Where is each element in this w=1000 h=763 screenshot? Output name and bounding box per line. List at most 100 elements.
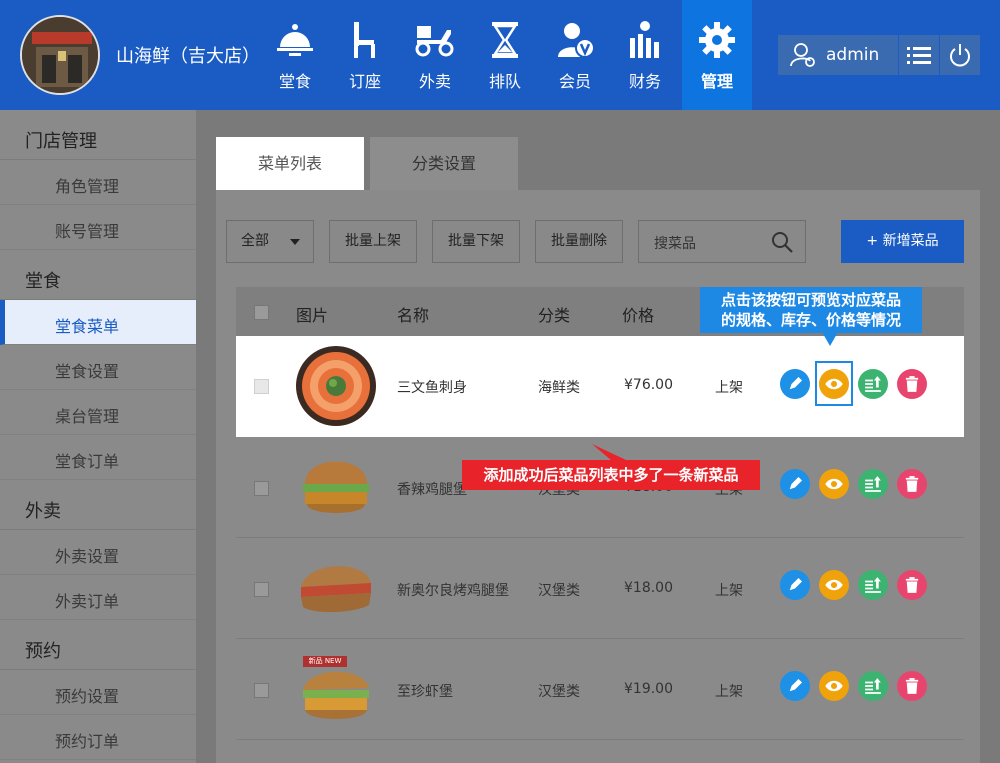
list-icon — [907, 47, 931, 64]
nav-label: 管理 — [700, 72, 733, 91]
power-icon — [950, 44, 970, 67]
sidebar-group-booking: 预约 — [0, 625, 196, 670]
sidebar-item-dine-menu[interactable]: 堂食菜单 — [0, 300, 196, 345]
eye-icon — [825, 478, 843, 490]
dish-status: 上架 — [715, 583, 743, 599]
dish-price: ¥76.00 — [624, 377, 673, 393]
row-checkbox[interactable] — [254, 481, 269, 496]
sort-button[interactable] — [858, 369, 888, 399]
added-tooltip: 添加成功后菜品列表中多了一条新菜品 — [462, 460, 760, 490]
store-name: 山海鲜（吉大店） — [116, 46, 260, 67]
preview-tooltip-line2: 的规格、库存、价格等情况 — [720, 311, 901, 329]
batch-on-button[interactable]: 批量上架 — [329, 220, 417, 263]
sidebar-item-tables[interactable]: 桌台管理 — [0, 390, 196, 435]
sidebar-item-takeout-orders[interactable]: 外卖订单 — [0, 575, 196, 620]
cloche-icon — [277, 24, 313, 56]
column-header-name: 名称 — [397, 306, 430, 325]
search-input[interactable]: 搜菜品 — [638, 220, 806, 263]
sort-button[interactable] — [858, 570, 888, 600]
sort-up-icon — [865, 376, 881, 392]
nav-member[interactable]: 会员 — [540, 0, 610, 110]
logout-button[interactable] — [940, 35, 980, 75]
nav-finance[interactable]: 财务 — [610, 0, 680, 110]
sort-button[interactable] — [858, 671, 888, 701]
top-header: 山海鲜（吉大店） 堂食 订座 外卖 排队 会员 财务 管理 admin — [0, 0, 1000, 110]
delete-button[interactable] — [897, 469, 927, 499]
sidebar-item-booking-orders[interactable]: 预约订单 — [0, 715, 196, 760]
preview-tooltip-line1: 点击该按钮可预览对应菜品 — [720, 291, 901, 309]
select-all-checkbox[interactable] — [254, 305, 269, 320]
nav-dine-in[interactable]: 堂食 — [260, 0, 330, 110]
row-checkbox[interactable] — [254, 582, 269, 597]
sidebar-item-label: 预约设置 — [55, 687, 120, 706]
filter-select[interactable]: 全部 — [226, 220, 314, 263]
sidebar-item-takeout-settings[interactable]: 外卖设置 — [0, 530, 196, 575]
preview-button[interactable] — [819, 671, 849, 701]
dish-name: 至珍虾堡 — [397, 684, 453, 700]
preview-tooltip: 点击该按钮可预览对应菜品 的规格、库存、价格等情况 — [700, 287, 922, 333]
pencil-icon — [789, 477, 802, 490]
sidebar-item-accounts[interactable]: 账号管理 — [0, 205, 196, 250]
sidebar-item-dine-orders[interactable]: 堂食订单 — [0, 435, 196, 480]
tab-category-settings[interactable]: 分类设置 — [370, 137, 518, 190]
preview-button[interactable] — [819, 570, 849, 600]
tooltip-arrow-down — [822, 332, 838, 346]
tab-menu-list[interactable]: 菜单列表 — [216, 137, 364, 190]
sidebar-item-label: 堂食菜单 — [55, 317, 120, 336]
nav-reservation[interactable]: 订座 — [330, 0, 400, 110]
row-checkbox[interactable] — [254, 683, 269, 698]
add-dish-button[interactable]: + 新增菜品 — [841, 220, 964, 263]
nav-queue[interactable]: 排队 — [470, 0, 540, 110]
delete-button[interactable] — [897, 369, 927, 399]
search-icon[interactable] — [771, 231, 793, 253]
batch-delete-button[interactable]: 批量删除 — [535, 220, 623, 263]
hourglass-icon — [492, 22, 518, 58]
list-menu-button[interactable] — [899, 35, 939, 75]
salmon-sashimi-image — [296, 346, 376, 426]
dish-status: 上架 — [715, 684, 743, 700]
column-header-price: 价格 — [622, 306, 655, 325]
dish-category: 汉堡类 — [538, 583, 580, 599]
trash-icon — [905, 577, 919, 593]
nav-takeout[interactable]: 外卖 — [400, 0, 470, 110]
pencil-icon — [789, 377, 802, 390]
sidebar-group-dine-in: 堂食 — [0, 255, 196, 300]
sidebar-item-booking-settings[interactable]: 预约设置 — [0, 670, 196, 715]
edit-button[interactable] — [780, 369, 810, 399]
sidebar-group-store: 门店管理 — [0, 115, 196, 160]
trash-icon — [905, 678, 919, 694]
nav-manage[interactable]: 管理 — [682, 0, 752, 110]
finance-icon — [630, 21, 659, 58]
sidebar-item-dine-settings[interactable]: 堂食设置 — [0, 345, 196, 390]
filter-value: 全部 — [241, 233, 269, 249]
user-menu[interactable]: admin — [778, 35, 898, 75]
dish-category: 汉堡类 — [538, 684, 580, 700]
batch-off-button[interactable]: 批量下架 — [432, 220, 520, 263]
dish-name: 香辣鸡腿堡 — [397, 482, 467, 498]
gear-icon — [699, 22, 735, 58]
preview-button[interactable] — [819, 469, 849, 499]
sidebar-item-label: 外卖订单 — [55, 592, 120, 611]
edit-button[interactable] — [780, 469, 810, 499]
sort-up-icon — [865, 678, 881, 694]
sidebar-group-takeout: 外卖 — [0, 485, 196, 530]
sidebar-item-label: 账号管理 — [55, 222, 120, 241]
member-icon — [558, 23, 595, 58]
nav-label: 财务 — [628, 72, 661, 91]
delete-button[interactable] — [897, 570, 927, 600]
delete-button[interactable] — [897, 671, 927, 701]
row-checkbox[interactable] — [254, 379, 269, 394]
column-header-category: 分类 — [538, 306, 571, 325]
preview-highlight-frame — [815, 361, 853, 406]
dish-name: 三文鱼刺身 — [397, 380, 467, 396]
caret-down-icon — [290, 239, 300, 245]
spicy-chicken-burger-image — [303, 461, 369, 513]
sort-up-icon — [865, 577, 881, 593]
edit-button[interactable] — [780, 671, 810, 701]
search-placeholder: 搜菜品 — [654, 236, 696, 252]
sidebar-item-roles[interactable]: 角色管理 — [0, 160, 196, 205]
sort-button[interactable] — [858, 469, 888, 499]
nav-label: 订座 — [348, 72, 381, 91]
sort-up-icon — [865, 476, 881, 492]
edit-button[interactable] — [780, 570, 810, 600]
